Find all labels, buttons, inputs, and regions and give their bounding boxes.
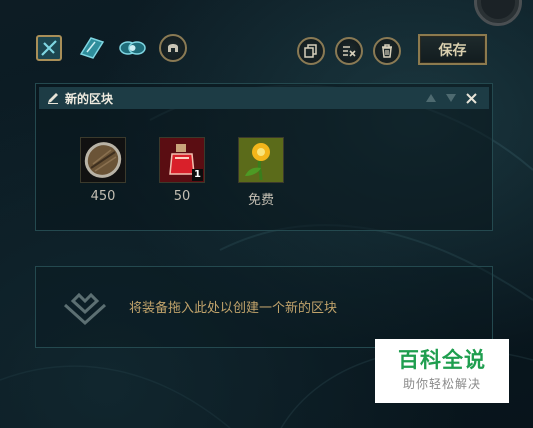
item-count-badge: 1 bbox=[192, 169, 203, 181]
pencil-icon[interactable] bbox=[46, 91, 60, 105]
trash-icon[interactable] bbox=[373, 37, 401, 65]
watermark-title: 百科全说 bbox=[398, 348, 486, 372]
item-cost: 免费 bbox=[247, 193, 274, 208]
helmet-icon[interactable] bbox=[159, 34, 187, 62]
drop-zone[interactable]: 将装备拖入此处以创建一个新的区块 bbox=[35, 266, 493, 348]
shield-icon[interactable] bbox=[80, 137, 126, 183]
item-block: 新的区块 450 1 50 免费 bbox=[35, 83, 493, 231]
drop-zone-text: 将装备拖入此处以创建一个新的区块 bbox=[129, 301, 338, 316]
watermark-subtitle: 助你轻松解决 bbox=[402, 377, 481, 391]
item-slot[interactable]: 1 50 bbox=[157, 137, 207, 204]
twisted-treeline-icon[interactable] bbox=[77, 34, 105, 62]
save-button[interactable]: 保存 bbox=[418, 34, 487, 65]
item-cost: 50 bbox=[173, 189, 191, 204]
item-slot[interactable]: 450 bbox=[78, 137, 128, 204]
howling-abyss-icon[interactable] bbox=[118, 34, 146, 62]
summoners-rift-icon[interactable] bbox=[35, 34, 63, 62]
flower-icon[interactable] bbox=[238, 137, 284, 183]
close-icon[interactable] bbox=[466, 90, 477, 106]
potion-icon[interactable]: 1 bbox=[159, 137, 205, 183]
drop-target-icon bbox=[63, 292, 107, 326]
item-slot[interactable]: 免费 bbox=[236, 137, 286, 208]
move-up-icon[interactable] bbox=[425, 90, 437, 106]
block-title[interactable]: 新的区块 bbox=[65, 90, 113, 107]
watermark: 百科全说 助你轻松解决 bbox=[375, 339, 509, 403]
clear-list-icon[interactable] bbox=[335, 37, 363, 65]
item-cost: 450 bbox=[90, 189, 116, 204]
copy-icon[interactable] bbox=[297, 37, 325, 65]
toolbar: 保存 bbox=[0, 0, 533, 70]
move-down-icon[interactable] bbox=[445, 90, 457, 106]
block-header[interactable]: 新的区块 bbox=[39, 87, 489, 109]
